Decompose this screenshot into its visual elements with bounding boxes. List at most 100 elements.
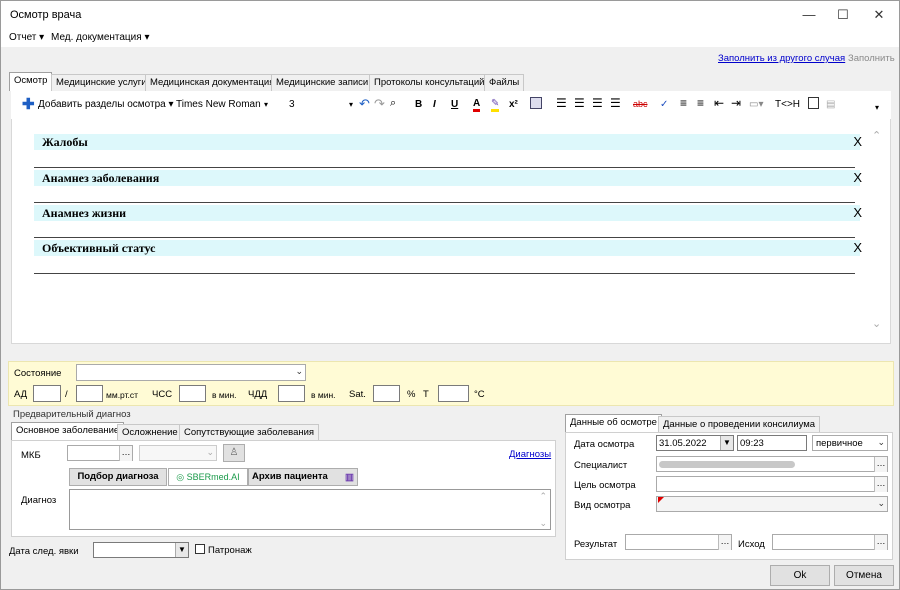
italic-button[interactable]: I bbox=[433, 99, 436, 110]
browse-button[interactable]: … bbox=[119, 446, 132, 461]
menu-report[interactable]: Отчет ▾ bbox=[9, 32, 44, 43]
diagnosis-textarea[interactable]: ⌃ ⌄ bbox=[69, 489, 551, 530]
tab-consilium-data[interactable]: Данные о проведении консилиума bbox=[658, 416, 821, 433]
tab-exam[interactable]: Осмотр bbox=[9, 72, 53, 91]
indent-icon[interactable]: ⇥ bbox=[731, 96, 741, 110]
tab-consult-protocols[interactable]: Протоколы консультаций bbox=[369, 74, 490, 91]
ad-diastolic-input[interactable] bbox=[76, 385, 103, 402]
exam-date-input[interactable]: 31.05.2022 ▼ bbox=[656, 435, 734, 451]
fill-link[interactable]: Заполнить bbox=[848, 53, 895, 64]
sat-label: Sat. bbox=[349, 389, 366, 400]
ok-button[interactable]: Ok bbox=[770, 565, 830, 586]
align-right-icon[interactable]: ☰ bbox=[592, 96, 603, 110]
sat-input[interactable] bbox=[373, 385, 400, 402]
browse-button[interactable]: … bbox=[874, 535, 887, 550]
state-select[interactable]: ⌄ bbox=[76, 364, 306, 381]
numbered-list-icon[interactable]: ≡ bbox=[680, 96, 687, 110]
add-sections-dropdown[interactable]: Добавить разделы осмотра ▾ bbox=[38, 99, 174, 110]
mkb-name-select[interactable]: ⌄ bbox=[139, 445, 217, 461]
exam-kind-select[interactable]: ⌄ bbox=[656, 496, 888, 512]
calendar-dropdown-icon[interactable]: ▼ bbox=[175, 543, 188, 557]
tab-main-disease[interactable]: Основное заболевание bbox=[11, 422, 125, 441]
outcome-input[interactable]: … bbox=[772, 534, 888, 550]
size-dropdown-icon[interactable]: ▾ bbox=[349, 100, 353, 109]
remove-section-button[interactable]: X bbox=[853, 170, 862, 185]
pick-diagnosis-button[interactable]: Подбор диагноза bbox=[69, 468, 167, 486]
tab-complication[interactable]: Осложнение bbox=[117, 424, 183, 441]
tab-med-services[interactable]: Медицинские услуги bbox=[51, 74, 152, 91]
close-button[interactable]: ✕ bbox=[857, 1, 900, 29]
state-label: Состояние bbox=[14, 368, 62, 379]
strikethrough-icon[interactable]: abc bbox=[633, 99, 648, 109]
add-icon[interactable]: ✚ bbox=[22, 95, 35, 113]
align-left-icon[interactable]: ☰ bbox=[556, 96, 567, 110]
exam-type-select[interactable]: первичное ⌄ bbox=[812, 435, 888, 451]
patient-archive-button[interactable]: Архив пациента ▥ bbox=[248, 468, 358, 486]
tab-med-documentation[interactable]: Медицинская документация bbox=[145, 74, 280, 91]
specialist-input[interactable]: … bbox=[656, 456, 888, 472]
sbermed-logo[interactable]: ◎ SBERmed.AI bbox=[168, 468, 248, 486]
font-color-icon[interactable]: A bbox=[473, 99, 481, 112]
chss-input[interactable] bbox=[179, 385, 206, 402]
redo-icon[interactable]: ↷ bbox=[374, 96, 385, 112]
table-icon[interactable] bbox=[808, 97, 819, 109]
bold-button[interactable]: B bbox=[415, 99, 422, 110]
justify-icon[interactable]: ☰ bbox=[610, 96, 621, 110]
underline-button[interactable]: U bbox=[451, 99, 458, 110]
font-dropdown-icon[interactable]: ▾ bbox=[264, 100, 268, 109]
spellcheck-icon[interactable]: ✓ bbox=[660, 99, 668, 110]
sbermed-logo-text: SBERmed.AI bbox=[186, 472, 240, 482]
browse-button[interactable]: … bbox=[874, 457, 887, 472]
calendar-dropdown-icon[interactable]: ▼ bbox=[720, 436, 733, 450]
title-bar: Осмотр врача — ☐ ✕ bbox=[1, 1, 899, 29]
diagnoses-link[interactable]: Диагнозы bbox=[509, 449, 551, 460]
tab-files[interactable]: Файлы bbox=[484, 74, 525, 91]
superscript-button[interactable]: x² bbox=[509, 99, 518, 110]
outdent-icon[interactable]: ⇤ bbox=[714, 96, 724, 110]
editor-toolbar: ✚ Добавить разделы осмотра ▾ Times New R… bbox=[11, 91, 891, 119]
browse-button[interactable]: … bbox=[874, 477, 887, 492]
chdd-input[interactable] bbox=[278, 385, 305, 402]
sat-unit: % bbox=[407, 389, 416, 400]
ad-systolic-input[interactable] bbox=[33, 385, 61, 402]
bullet-list-icon[interactable]: ≡ bbox=[697, 96, 704, 110]
tab-med-records[interactable]: Медицинские записи bbox=[271, 74, 374, 91]
exam-time-input[interactable]: 09:23 bbox=[737, 435, 807, 451]
align-center-icon[interactable]: ☰ bbox=[574, 96, 585, 110]
diagnosis-panel: МКБ … ⌄ ♙ Диагнозы Подбор диагноза ◎ SBE… bbox=[11, 440, 556, 537]
cancel-button[interactable]: Отмена bbox=[834, 565, 894, 586]
image-icon[interactable] bbox=[530, 97, 542, 109]
size-select[interactable]: 3 bbox=[289, 99, 295, 110]
undo-icon[interactable]: ↶ bbox=[359, 96, 370, 112]
tab-exam-data[interactable]: Данные об осмотре bbox=[565, 414, 662, 433]
next-visit-date-input[interactable]: ▼ bbox=[93, 542, 189, 558]
browse-button[interactable]: … bbox=[718, 535, 731, 550]
person-search-icon[interactable]: ♙ bbox=[223, 444, 245, 462]
toolbar-overflow-icon[interactable]: ▾ bbox=[875, 103, 879, 112]
menu-med-docs[interactable]: Мед. документация ▾ bbox=[51, 32, 149, 43]
temp-input[interactable] bbox=[438, 385, 469, 402]
mkb-code-input[interactable]: … bbox=[67, 445, 133, 461]
scroll-up-icon[interactable]: ⌃ bbox=[539, 491, 547, 502]
purpose-input[interactable]: … bbox=[656, 476, 888, 492]
remove-section-button[interactable]: X bbox=[853, 205, 862, 220]
tab-comorbidities[interactable]: Сопутствующие заболевания bbox=[179, 424, 320, 441]
remove-section-button[interactable]: X bbox=[853, 240, 862, 255]
print-icon[interactable]: ▤ bbox=[826, 99, 835, 110]
exam-editor[interactable]: Жалобы X Анамнез заболевания X Анамнез ж… bbox=[11, 119, 891, 344]
scroll-up-icon[interactable]: ⌃ bbox=[872, 129, 881, 142]
section-title: Объективный статус bbox=[42, 241, 156, 255]
find-icon[interactable]: ⌕ bbox=[390, 97, 396, 110]
fill-from-other-case-link[interactable]: Заполнить из другого случая bbox=[718, 53, 845, 64]
paste-icon[interactable]: ▭▾ bbox=[749, 99, 763, 110]
patronage-checkbox[interactable] bbox=[195, 544, 205, 554]
scroll-down-icon[interactable]: ⌄ bbox=[539, 518, 547, 529]
archive-book-icon: ▥ bbox=[345, 472, 354, 483]
scroll-down-icon[interactable]: ⌄ bbox=[872, 317, 881, 330]
result-input[interactable]: … bbox=[625, 534, 732, 550]
html-source-button[interactable]: T<>H bbox=[775, 99, 800, 110]
font-select[interactable]: Times New Roman bbox=[176, 99, 261, 110]
highlight-icon[interactable]: ✎ bbox=[491, 99, 500, 112]
chevron-down-icon: ⌄ bbox=[877, 437, 885, 447]
remove-section-button[interactable]: X bbox=[853, 134, 862, 149]
